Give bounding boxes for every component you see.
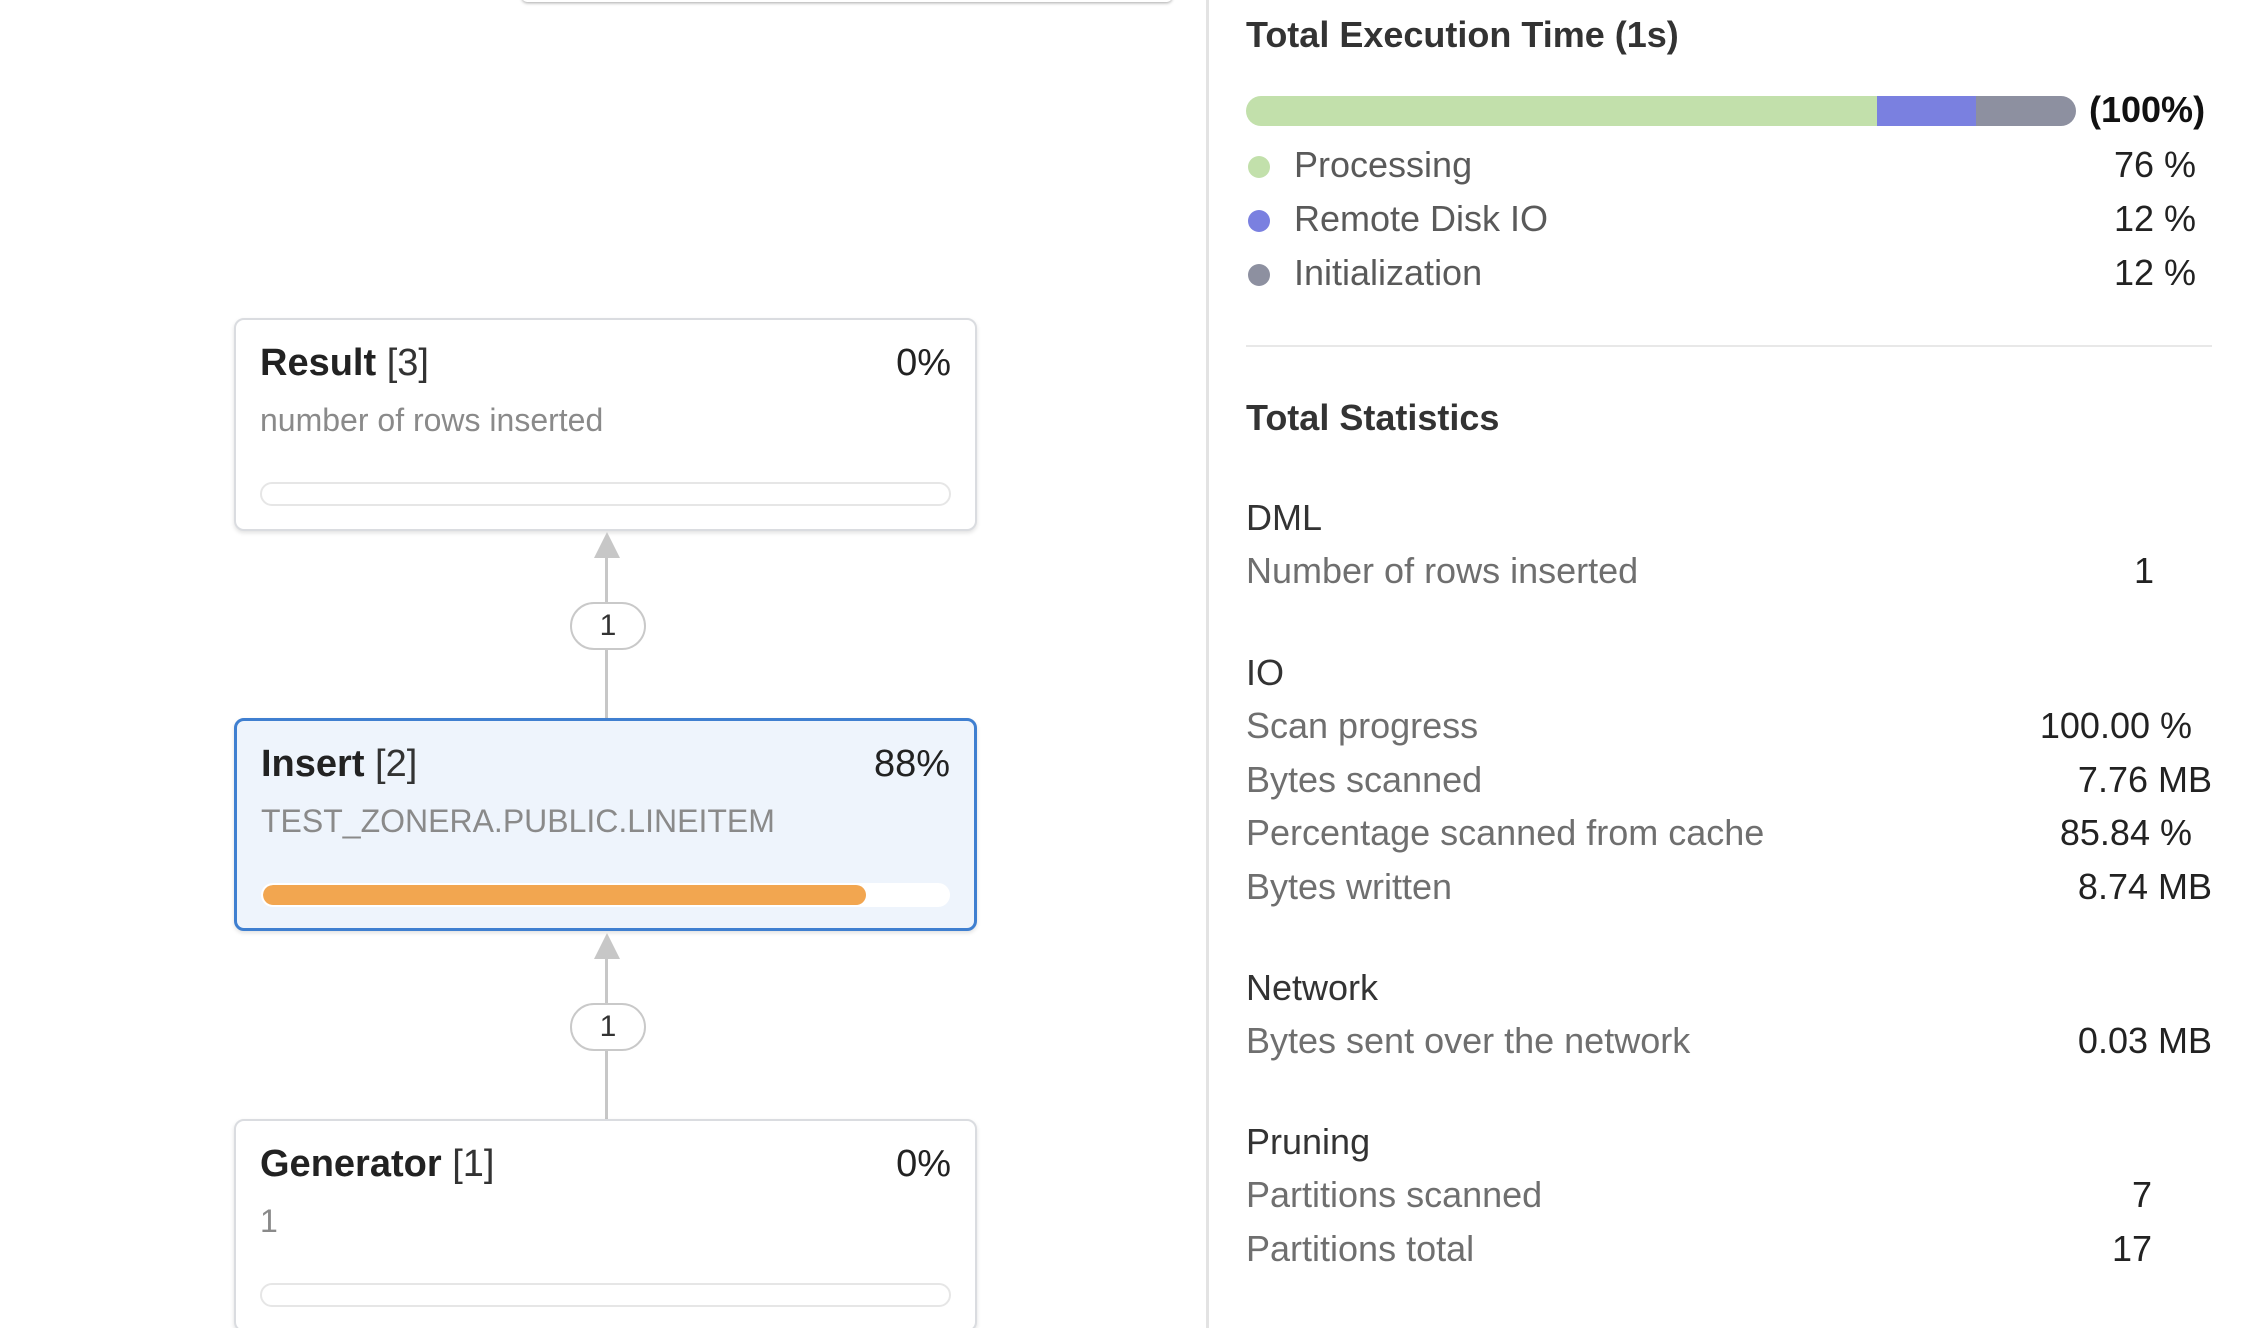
statistics-panel: Total Execution Time (1s) (100%) Process… xyxy=(1246,0,2212,1328)
operator-index: [3] xyxy=(386,342,429,384)
legend-item-processing: Processing 76 % xyxy=(1246,144,2196,192)
operator-title: Result [3] xyxy=(260,342,429,385)
stats-group-title-io: IO xyxy=(1246,652,1285,693)
stats-group-title-network: Network xyxy=(1246,967,1379,1008)
stat-label: Scan progress xyxy=(1246,705,1479,746)
stat-label: Number of rows inserted xyxy=(1246,550,1639,591)
operator-name: Generator xyxy=(260,1143,442,1185)
execution-segment-initialization xyxy=(1976,96,2076,126)
operator-node-result[interactable]: Result [3] 0% number of rows inserted xyxy=(234,318,977,531)
stat-row: Bytes sent over the network 0.03 MB xyxy=(1246,1020,2212,1068)
operator-name: Insert xyxy=(261,743,365,785)
stat-label: Percentage scanned from cache xyxy=(1246,812,1765,853)
stat-row: Partitions total 17 xyxy=(1246,1228,2212,1276)
legend-label: Remote Disk IO xyxy=(1294,198,1549,239)
operator-index: [2] xyxy=(375,743,418,785)
stat-label: Partitions total xyxy=(1246,1228,1475,1269)
stat-value: 100.00 % xyxy=(2039,705,2192,746)
stat-row: Scan progress 100.00 % xyxy=(1246,705,2212,753)
execution-time-title: Total Execution Time (1s) xyxy=(1246,14,1679,55)
operator-graph[interactable]: Result [3] 0% number of rows inserted 1 … xyxy=(0,0,1206,1328)
stat-value: 7.76 MB xyxy=(2077,759,2212,800)
stat-label: Bytes scanned xyxy=(1246,759,1483,800)
stat-value: 85.84 % xyxy=(2059,812,2192,853)
edge-arrow-head xyxy=(594,933,620,959)
stat-value: 8.74 MB xyxy=(2077,866,2212,907)
stat-row: Partitions scanned 7 xyxy=(1246,1174,2212,1222)
operator-title: Generator [1] xyxy=(260,1143,494,1186)
total-statistics-title: Total Statistics xyxy=(1246,397,1500,438)
legend-label: Processing xyxy=(1294,144,1473,185)
operator-node-generator[interactable]: Generator [1] 0% 1 xyxy=(234,1119,977,1328)
stat-value: 1 xyxy=(2133,550,2154,591)
legend-dot-icon xyxy=(1248,156,1270,178)
operator-progress-fill xyxy=(263,885,866,905)
execution-segment-remote-disk-io xyxy=(1876,96,1977,126)
legend-item-remote-disk-io: Remote Disk IO 12 % xyxy=(1246,198,2196,246)
panel-divider[interactable] xyxy=(1206,0,1209,1328)
edge-row-count-badge[interactable]: 1 xyxy=(570,1003,646,1051)
stat-row: Bytes scanned 7.76 MB xyxy=(1246,759,2212,807)
legend-label: Initialization xyxy=(1294,252,1483,293)
stat-row: Bytes written 8.74 MB xyxy=(1246,866,2212,914)
legend-value: 76 % xyxy=(2113,144,2196,185)
stat-label: Bytes written xyxy=(1246,866,1453,907)
stat-value: 0.03 MB xyxy=(2077,1020,2212,1061)
stat-value: 17 xyxy=(2111,1228,2152,1269)
operator-percent: 88% xyxy=(873,743,950,785)
query-profile-view: Result [3] 0% number of rows inserted 1 … xyxy=(0,0,2242,1328)
legend-dot-icon xyxy=(1248,210,1270,232)
operator-title: Insert [2] xyxy=(261,743,417,786)
stat-label: Partitions scanned xyxy=(1246,1174,1543,1215)
execution-total-percent: (100%) xyxy=(2089,89,2206,130)
operator-node-insert[interactable]: Insert [2] 88% TEST_ZONERA.PUBLIC.LINEIT… xyxy=(234,718,977,931)
execution-segment-processing xyxy=(1246,96,1877,126)
edge-arrow-head xyxy=(594,532,620,558)
stats-group-title-dml: DML xyxy=(1246,497,1323,538)
stat-row: Percentage scanned from cache 85.84 % xyxy=(1246,812,2212,860)
operator-subtitle: number of rows inserted xyxy=(260,402,604,438)
offscreen-node-edge xyxy=(522,0,1172,2)
edge-row-count-badge[interactable]: 1 xyxy=(570,602,646,650)
operator-name: Result xyxy=(260,342,377,384)
operator-progress-bar xyxy=(260,1283,951,1307)
stat-row: Number of rows inserted 1 xyxy=(1246,550,2212,598)
section-divider xyxy=(1246,345,2212,347)
execution-time-bar xyxy=(1246,96,2076,126)
operator-index: [1] xyxy=(452,1143,495,1185)
legend-item-initialization: Initialization 12 % xyxy=(1246,252,2196,300)
operator-subtitle: TEST_ZONERA.PUBLIC.LINEITEM xyxy=(261,803,775,839)
legend-dot-icon xyxy=(1248,264,1270,286)
stats-group-title-pruning: Pruning xyxy=(1246,1121,1371,1162)
stat-value: 7 xyxy=(2131,1174,2152,1215)
stat-label: Bytes sent over the network xyxy=(1246,1020,1691,1061)
operator-percent: 0% xyxy=(896,342,951,384)
operator-percent: 0% xyxy=(896,1143,951,1185)
operator-progress-bar xyxy=(260,482,951,506)
operator-subtitle: 1 xyxy=(260,1203,278,1239)
operator-progress-bar xyxy=(261,883,950,907)
legend-value: 12 % xyxy=(2113,198,2196,239)
legend-value: 12 % xyxy=(2113,252,2196,293)
